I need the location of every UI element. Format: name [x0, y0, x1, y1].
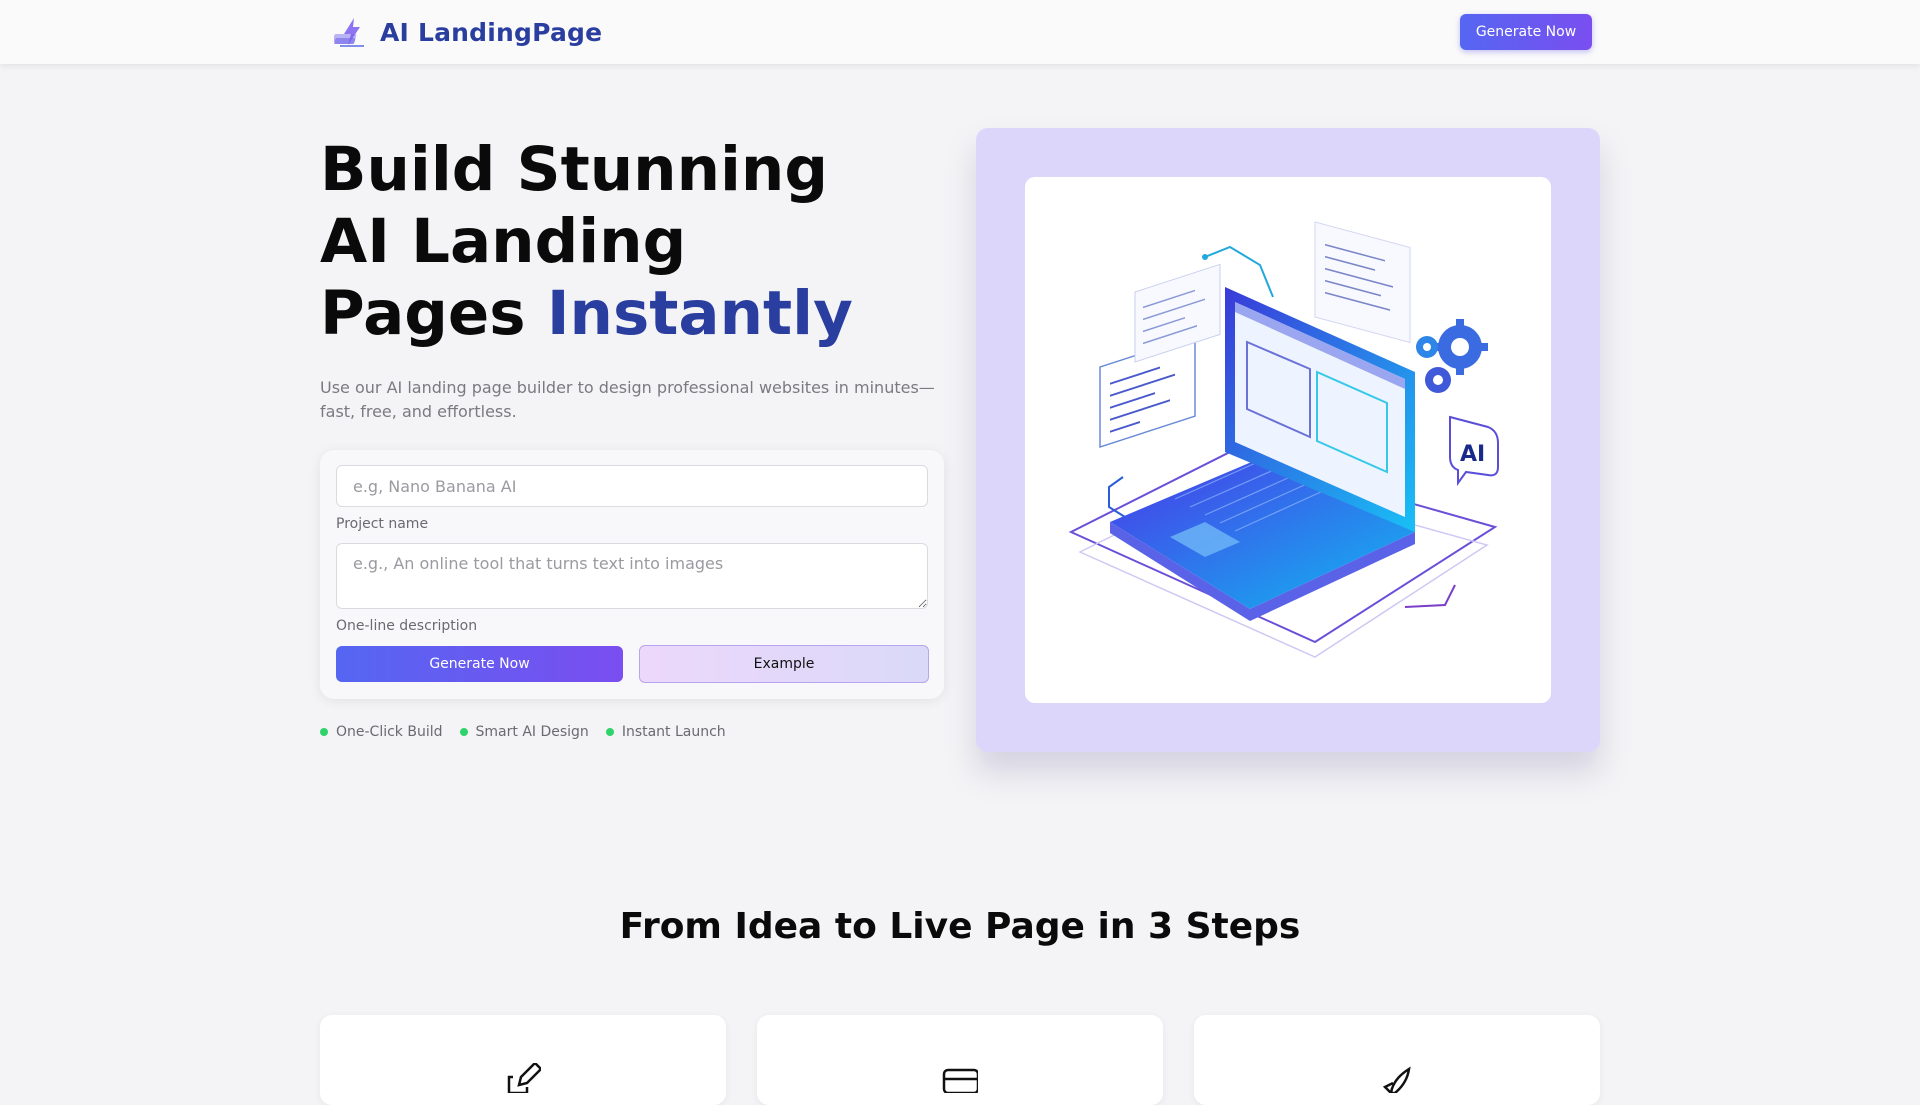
rocket-icon: [1382, 1066, 1411, 1093]
description-textarea[interactable]: [336, 543, 928, 609]
project-name-label: Project name: [336, 516, 429, 532]
hero-title-line3: Pages: [320, 278, 526, 349]
hero-illustration-frame: AI: [976, 128, 1600, 752]
brand[interactable]: AI LandingPage: [334, 14, 602, 50]
pencil-icon: [507, 1063, 541, 1093]
description-label: One-line description: [336, 618, 478, 634]
step-card: [320, 1015, 726, 1105]
circuit-line: [1404, 584, 1456, 608]
hero-title-line1: Build Stunning: [320, 134, 829, 205]
hero-illustration: AI: [1025, 177, 1551, 703]
layout-icon: [942, 1068, 978, 1093]
ai-badge-text: AI: [1460, 442, 1485, 467]
gear-icon: [1416, 336, 1438, 358]
green-dot-icon: [459, 728, 468, 736]
green-dot-icon: [605, 728, 614, 736]
step-card: [1194, 1015, 1600, 1105]
step-card: [757, 1015, 1163, 1105]
brand-logo-icon: [334, 18, 364, 47]
steps-section-title: From Idea to Live Page in 3 Steps: [619, 906, 1301, 947]
top-navbar: AI LandingPage Generate Now: [0, 0, 1920, 64]
hero-title: Build Stunning AI Landing Pages Instantl…: [320, 134, 960, 350]
gear-icon: [1432, 319, 1488, 375]
code-panel-top-left: [1134, 263, 1221, 363]
hero-subtitle: Use our AI landing page builder to desig…: [320, 378, 935, 421]
feature-list: One-Click Build Smart AI Design Instant …: [320, 724, 743, 740]
hero-title-accent: Instantly: [546, 278, 853, 349]
code-panel-top-right: [1314, 221, 1411, 344]
generator-form: Project name One-line description Genera…: [320, 450, 944, 699]
brand-name: AI LandingPage: [380, 17, 603, 47]
circuit-node: [1202, 254, 1208, 260]
project-name-input[interactable]: [336, 465, 928, 507]
ai-bubble-icon: AI: [1449, 415, 1499, 487]
hero-title-line2: AI Landing: [320, 206, 687, 277]
feature-label: Smart AI Design: [475, 724, 589, 740]
generate-now-button[interactable]: Generate Now: [336, 646, 623, 682]
feature-item: Instant Launch: [605, 724, 726, 740]
feature-item: Smart AI Design: [459, 724, 589, 740]
feature-label: Instant Launch: [621, 724, 726, 740]
laptop-illustration: AI: [1068, 221, 1499, 658]
example-button[interactable]: Example: [639, 645, 929, 683]
feature-label: One-Click Build: [336, 724, 443, 740]
nav-generate-now-button[interactable]: Generate Now: [1460, 14, 1592, 50]
feature-item: One-Click Build: [320, 724, 443, 740]
gear-icon: [1425, 367, 1451, 393]
green-dot-icon: [320, 728, 328, 736]
